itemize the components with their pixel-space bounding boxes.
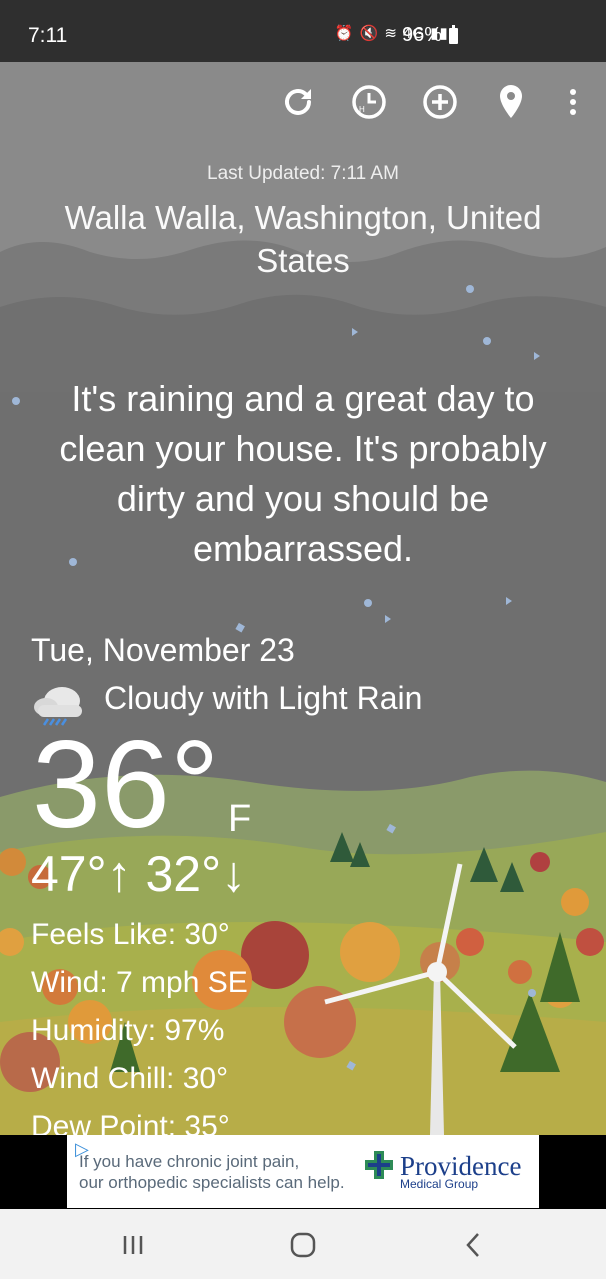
history-icon: H	[352, 85, 386, 119]
ad-line-1: If you have chronic joint pain,	[79, 1152, 300, 1171]
back-button[interactable]	[453, 1229, 493, 1261]
home-button[interactable]	[283, 1229, 323, 1261]
system-nav-bar	[0, 1209, 606, 1279]
ad-line-2: our orthopedic specialists can help.	[79, 1173, 345, 1192]
more-options-button[interactable]	[553, 82, 593, 122]
ad-brand-sub: Medical Group	[400, 1177, 479, 1191]
detail-value: 35°	[184, 1110, 230, 1135]
wind-chill-row: Wind Chill: 30°	[31, 1062, 228, 1096]
dew-point-row: Dew Point: 35°	[31, 1110, 230, 1135]
location-name: Walla Walla, Washington, United States	[64, 199, 542, 279]
forecast-date: Tue, November 23	[31, 632, 295, 668]
location-pin-button[interactable]	[491, 82, 531, 122]
detail-value: 97%	[164, 1014, 225, 1047]
back-chevron-icon	[466, 1233, 479, 1257]
detail-label: Feels Like:	[31, 918, 177, 951]
home-icon	[290, 1232, 316, 1258]
last-updated: Last Updated: 7:11 AM	[207, 163, 399, 184]
detail-value: 30°	[182, 1062, 229, 1095]
svg-text:H: H	[359, 105, 365, 114]
history-button[interactable]: H	[349, 82, 389, 122]
status-bar: 7:11 ⏰ 🔇 ≋ 4G ▮▮▮ 96%	[0, 0, 606, 62]
refresh-icon	[285, 88, 311, 115]
providence-cross-icon	[365, 1151, 393, 1179]
add-location-icon	[423, 85, 457, 119]
weather-quote: It's raining and a great day to clean yo…	[59, 378, 547, 569]
ad-text: If you have chronic joint pain, our orth…	[79, 1151, 345, 1193]
detail-label: Humidity:	[31, 1014, 157, 1047]
recent-apps-button[interactable]	[113, 1229, 153, 1261]
high-low-temperature: 47°↑ 32°↓	[31, 846, 247, 902]
more-vert-icon	[570, 89, 576, 115]
current-temperature: 36°	[32, 716, 220, 854]
battery-icon	[449, 25, 458, 44]
detail-value: 30°	[184, 918, 230, 951]
condition-text: Cloudy with Light Rain	[104, 680, 423, 716]
feels-like-row: Feels Like: 30°	[31, 918, 230, 952]
weather-scene: H Last Updated: 7:11 AM Walla Walla, Was…	[0, 62, 606, 1135]
location-pin-icon	[500, 85, 522, 118]
status-time: 7:11	[28, 24, 68, 47]
add-location-button[interactable]	[420, 82, 460, 122]
refresh-button[interactable]	[278, 82, 318, 122]
wind-row: Wind: 7 mph SE	[31, 966, 248, 1000]
detail-label: Wind Chill:	[31, 1062, 175, 1095]
battery-percent: 96%	[402, 24, 443, 46]
detail-label: Wind:	[31, 966, 108, 999]
temperature-unit: F	[228, 798, 252, 840]
humidity-row: Humidity: 97%	[31, 1014, 224, 1048]
detail-value: 7 mph SE	[116, 966, 248, 999]
ad-banner[interactable]: ▷ If you have chronic joint pain, our or…	[67, 1135, 539, 1208]
detail-label: Dew Point:	[31, 1110, 177, 1135]
recent-apps-icon	[123, 1236, 143, 1254]
